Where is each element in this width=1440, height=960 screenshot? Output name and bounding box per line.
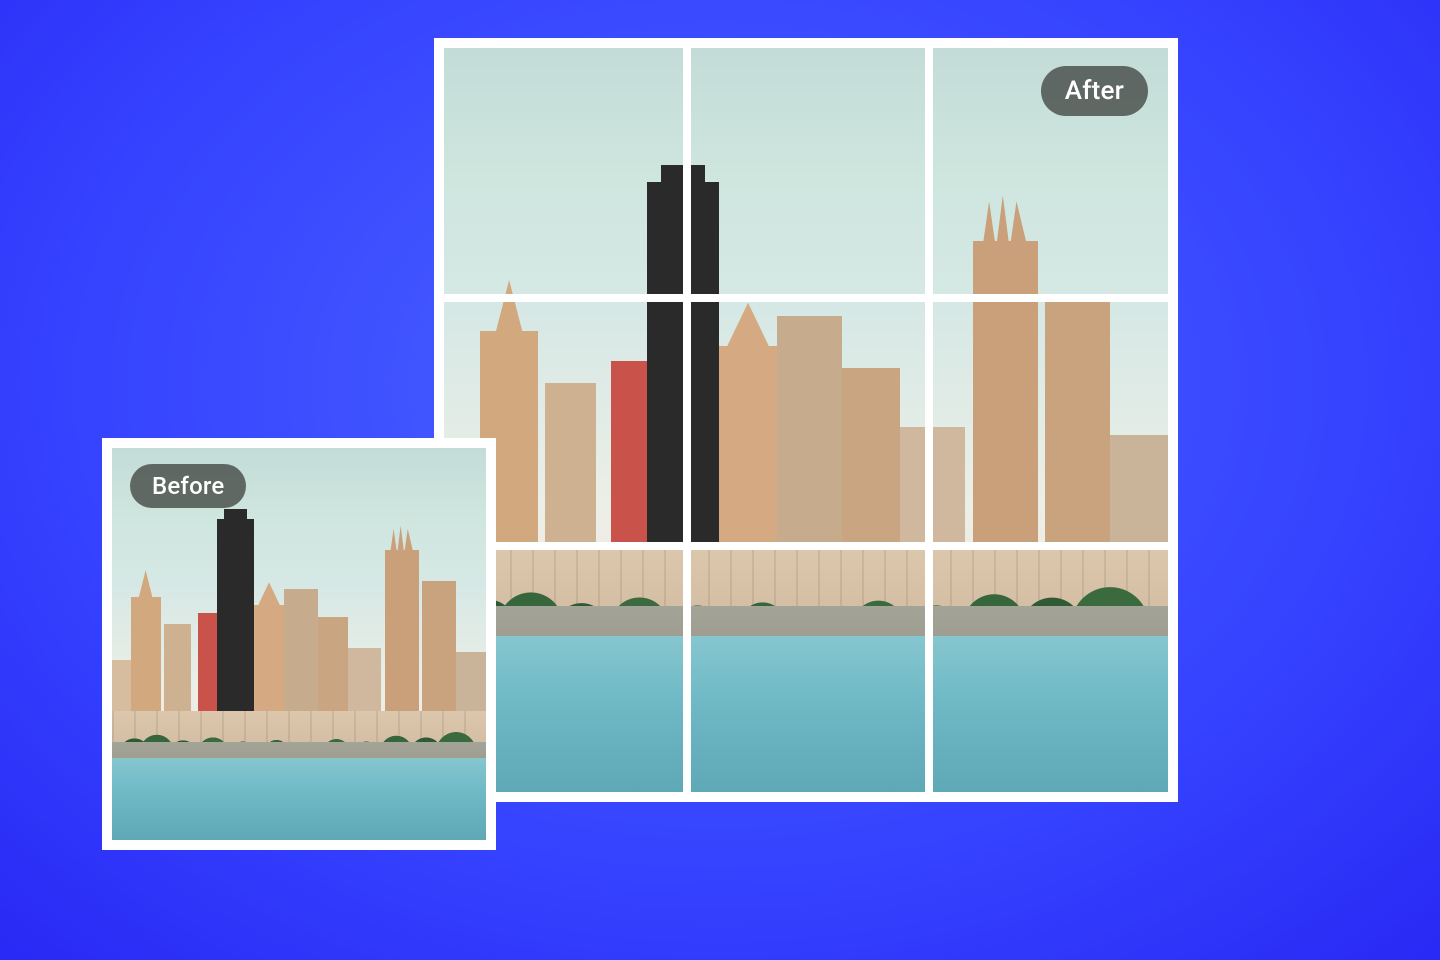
after-badge: After bbox=[1041, 66, 1148, 116]
before-badge: Before bbox=[130, 464, 246, 508]
comparison-stage: After Before bbox=[0, 0, 1440, 960]
after-image bbox=[444, 48, 1168, 792]
after-panel: After bbox=[434, 38, 1178, 802]
before-panel: Before bbox=[102, 438, 496, 850]
